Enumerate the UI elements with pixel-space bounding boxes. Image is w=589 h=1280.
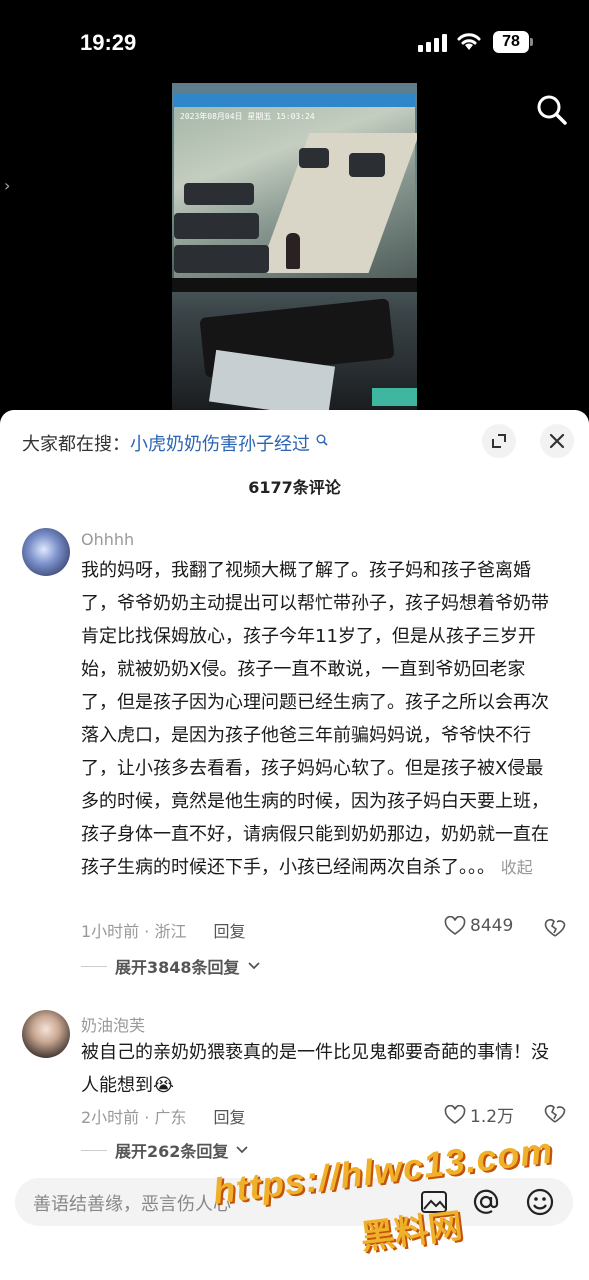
comment-text[interactable]: 我的妈呀，我翻了视频大概了解了。孩子妈和孩子爸离婚了，爷爷奶奶主动提出可以帮忙带… bbox=[81, 554, 561, 884]
comment-input-placeholder[interactable]: 善语结善缘，恶言伤人心 bbox=[33, 1190, 231, 1216]
car bbox=[174, 245, 269, 273]
battery-tip bbox=[530, 38, 533, 46]
chevron-right-icon[interactable]: › bbox=[4, 176, 10, 195]
battery-icon: 78 bbox=[493, 31, 529, 53]
comment-time-location: 1小时前 · 浙江 bbox=[81, 922, 187, 941]
signal-icon bbox=[418, 34, 448, 52]
dislike-icon[interactable] bbox=[544, 917, 566, 939]
green-object bbox=[372, 388, 417, 406]
hot-search[interactable]: 大家都在搜：小虎奶奶伤害孙子经过 bbox=[22, 430, 328, 456]
close-icon[interactable] bbox=[540, 424, 574, 458]
car bbox=[299, 148, 329, 168]
road bbox=[258, 133, 417, 273]
status-bar: 19:29 78 bbox=[0, 0, 589, 80]
search-icon[interactable] bbox=[536, 94, 568, 126]
like-button[interactable]: 8449 bbox=[444, 916, 513, 936]
expand-replies-label: 展开3848条回复 bbox=[115, 958, 240, 977]
video-frame[interactable]: 2023年08月04日 星期五 15:03:24 bbox=[172, 83, 417, 410]
expand-icon[interactable] bbox=[482, 424, 516, 458]
divider-line bbox=[81, 965, 107, 967]
reply-button[interactable]: 回复 bbox=[214, 922, 246, 941]
avatar[interactable] bbox=[22, 528, 70, 576]
at-icon[interactable] bbox=[470, 1186, 502, 1218]
reply-button[interactable]: 回复 bbox=[214, 1108, 246, 1127]
status-time: 19:29 bbox=[80, 30, 137, 55]
expand-replies-button[interactable]: 展开3848条回复 bbox=[81, 954, 260, 978]
monitor-osd: 2023年08月04日 星期五 15:03:24 bbox=[180, 112, 315, 121]
wifi-icon bbox=[457, 33, 481, 50]
comment-meta: 1小时前 · 浙江 回复 bbox=[81, 918, 246, 942]
dislike-icon[interactable] bbox=[544, 1103, 566, 1125]
chevron-down-icon bbox=[247, 962, 260, 970]
monitor-bezel bbox=[172, 278, 417, 292]
avatar[interactable] bbox=[22, 1010, 70, 1058]
search-icon[interactable] bbox=[316, 434, 328, 446]
comment-username[interactable]: Ohhhh bbox=[81, 530, 134, 549]
comment-username[interactable]: 奶油泡芙 bbox=[81, 1012, 145, 1036]
comment-meta: 2小时前 · 广东 回复 bbox=[81, 1104, 246, 1128]
car bbox=[184, 183, 254, 205]
comment-count: 6177条评论 bbox=[248, 478, 341, 497]
divider-line bbox=[81, 1149, 107, 1151]
emoji-icon[interactable] bbox=[524, 1186, 556, 1218]
comment-text[interactable]: 被自己的亲奶奶猥亵真的是一件比见鬼都要奇葩的事情！没人能想到😭 bbox=[81, 1036, 561, 1102]
comment-time-location: 2小时前 · 广东 bbox=[81, 1108, 187, 1127]
car bbox=[349, 153, 385, 177]
video-player[interactable]: › 2023年08月04日 星期五 15:03:24 bbox=[0, 80, 589, 410]
comment-text-content: 我的妈呀，我翻了视频大概了解了。孩子妈和孩子爸离婚了，爷爷奶奶主动提出可以帮忙带… bbox=[81, 560, 549, 878]
expand-replies-button[interactable]: 展开262条回复 bbox=[81, 1138, 249, 1162]
monitor-screen: 2023年08月04日 星期五 15:03:24 bbox=[174, 93, 417, 278]
like-button[interactable]: 1.2万 bbox=[444, 1102, 514, 1127]
collapse-button[interactable]: 收起 bbox=[501, 858, 533, 877]
heart-icon bbox=[444, 1104, 466, 1124]
like-count: 8449 bbox=[470, 916, 514, 936]
person-figure bbox=[286, 233, 300, 269]
hot-search-keyword[interactable]: 小虎奶奶伤害孙子经过 bbox=[130, 434, 310, 455]
hot-search-prefix: 大家都在搜： bbox=[22, 434, 130, 455]
expand-replies-label: 展开262条回复 bbox=[115, 1142, 229, 1161]
monitor-topbar bbox=[174, 93, 415, 107]
like-count: 1.2万 bbox=[470, 1107, 515, 1127]
car bbox=[174, 213, 259, 239]
heart-icon bbox=[444, 916, 466, 935]
chevron-down-icon bbox=[236, 1146, 249, 1154]
comment-text-content: 被自己的亲奶奶猥亵真的是一件比见鬼都要奇葩的事情！没人能想到😭 bbox=[81, 1042, 549, 1096]
